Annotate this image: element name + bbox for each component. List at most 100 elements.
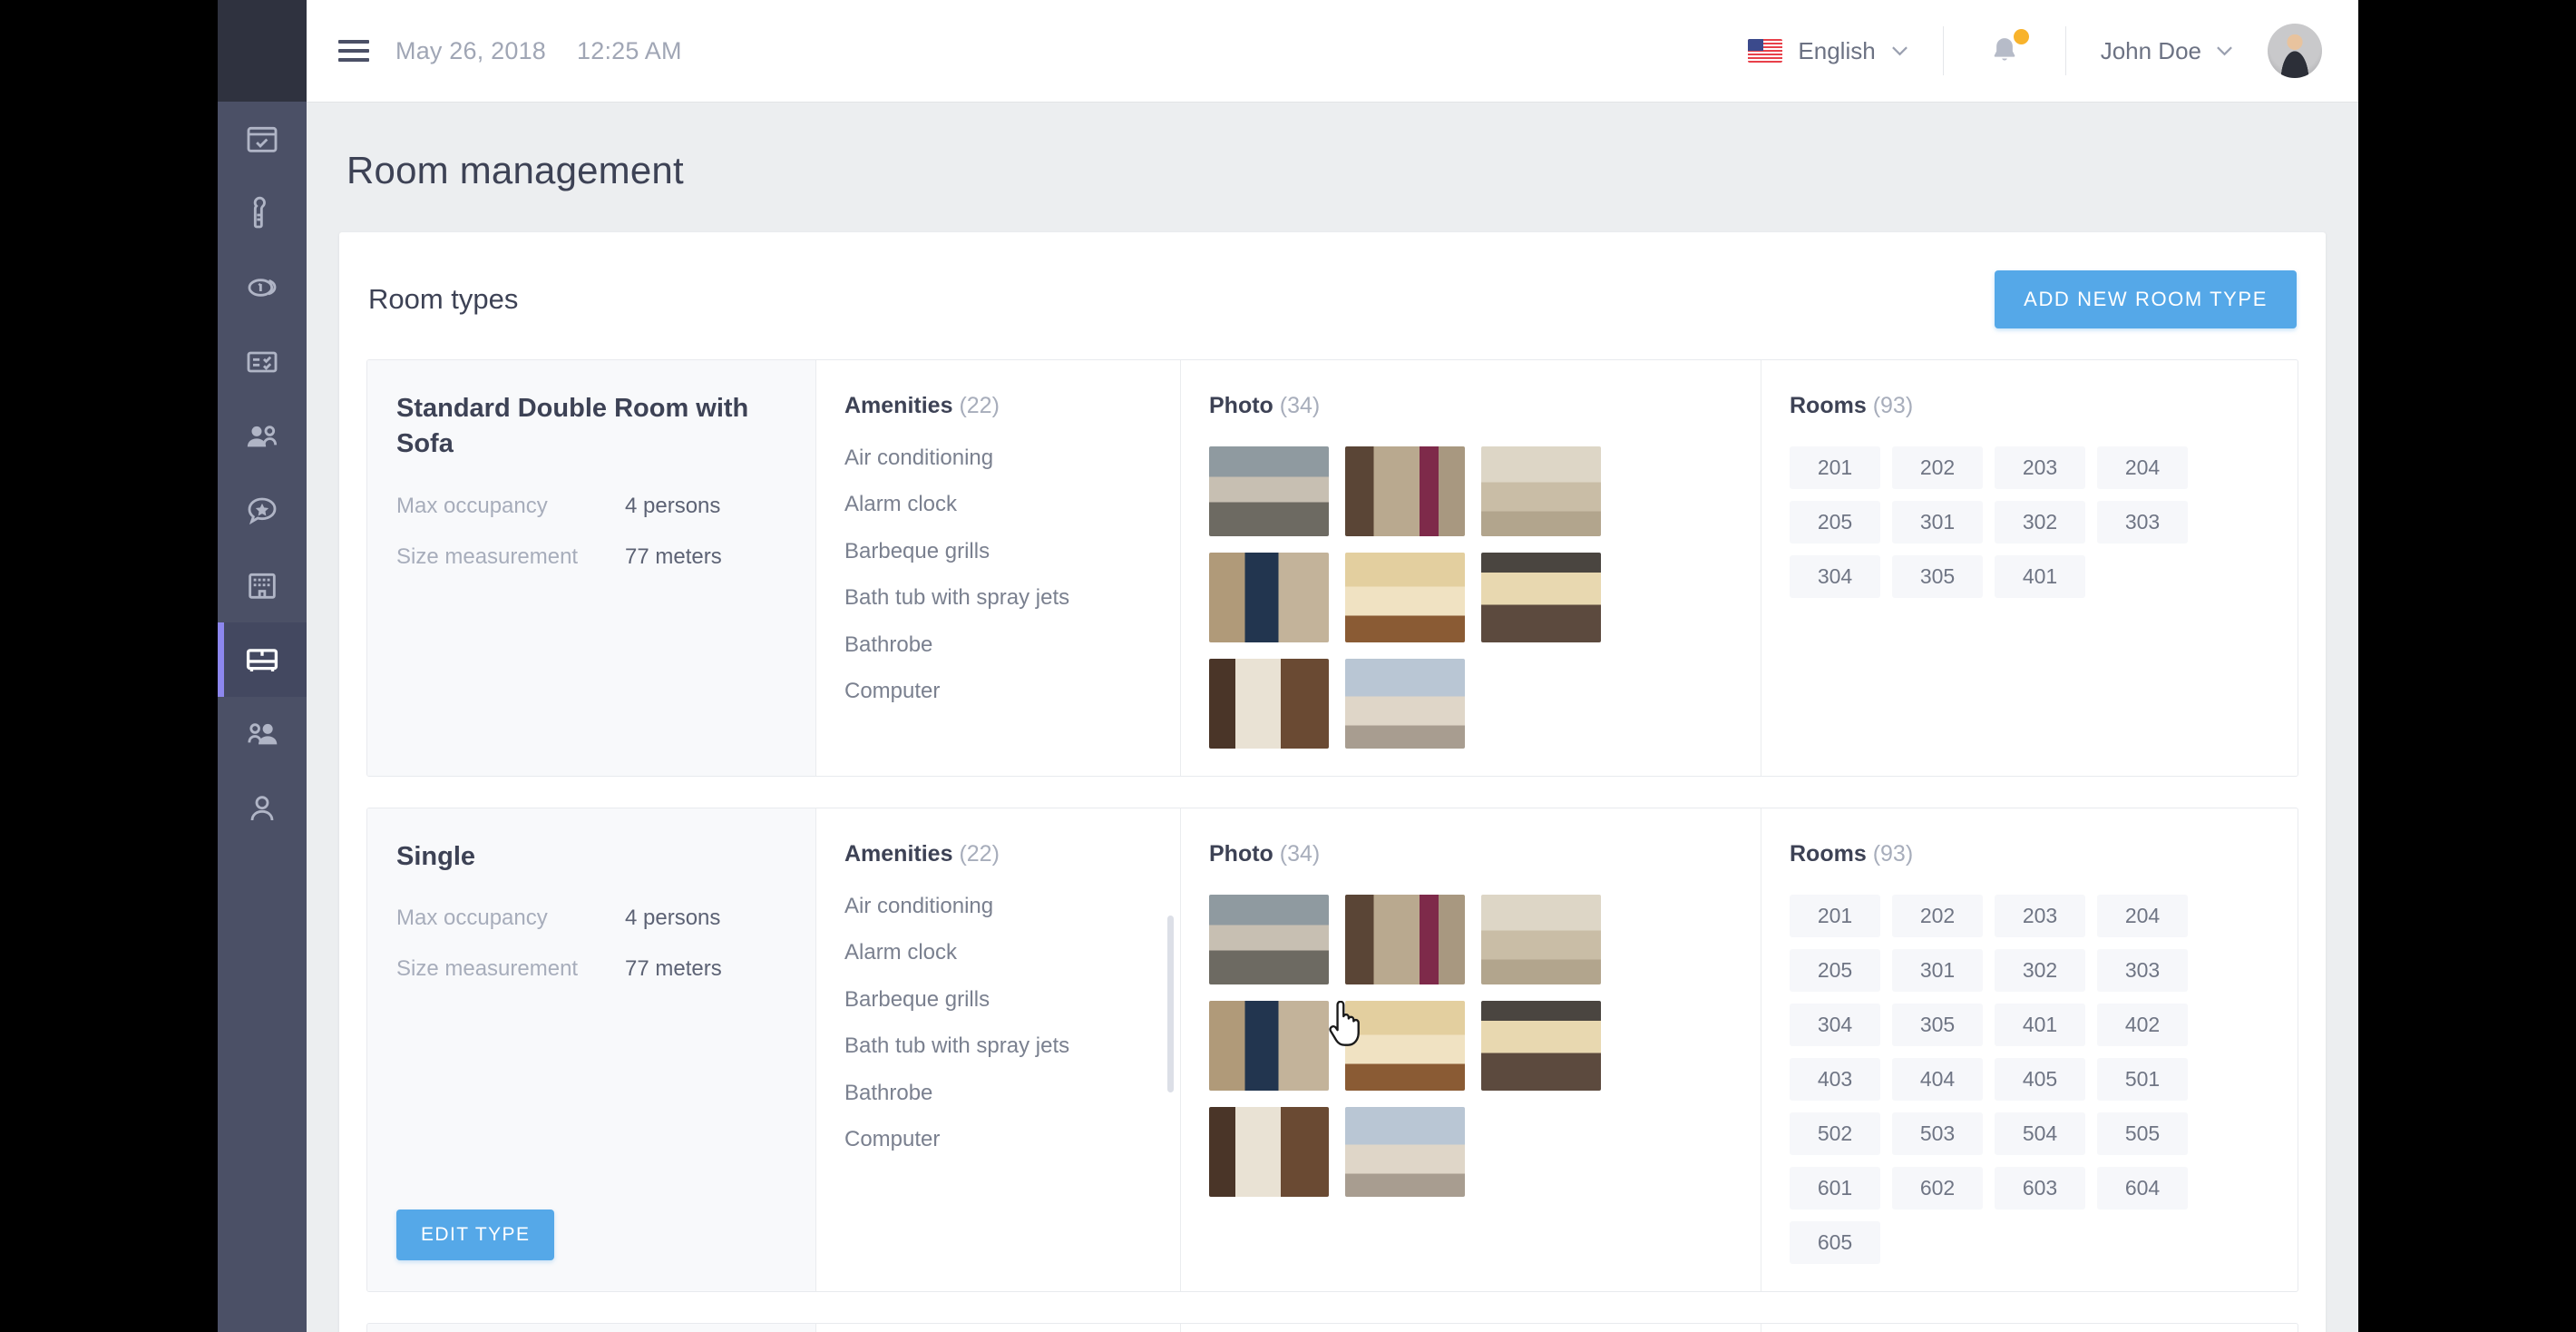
- add-new-room-type-button[interactable]: ADD NEW ROOM TYPE: [1995, 270, 2297, 328]
- room-photo-thumbnail[interactable]: [1345, 1107, 1465, 1197]
- room-number-chip[interactable]: 201: [1790, 895, 1880, 937]
- room-photo-thumbnail[interactable]: [1345, 659, 1465, 749]
- room-number-chip[interactable]: 303: [2097, 949, 2188, 992]
- photo-column: Photo (34): [1181, 360, 1761, 776]
- room-photo-thumbnail[interactable]: [1345, 1001, 1465, 1091]
- room-number-chip[interactable]: 203: [1995, 446, 2085, 489]
- person-icon: [244, 790, 280, 827]
- sidebar-item-profile[interactable]: [218, 771, 307, 846]
- rooms-column: Rooms (93) 201 202 203 204 205 301 302 303 304 30…: [1761, 808, 2298, 1291]
- user-menu[interactable]: John Doe: [2101, 24, 2322, 78]
- amenities-column: Amenities (5) Air conditioningAlarm cloc…: [816, 1324, 1181, 1332]
- sidebar-item-coin[interactable]: [218, 250, 307, 325]
- room-number-chip[interactable]: 305: [1892, 1004, 1983, 1046]
- amenities-column: Amenities (22) Air conditioning Alarm clo…: [816, 360, 1181, 776]
- sidebar: [218, 0, 307, 1332]
- room-photo-thumbnail[interactable]: [1481, 1001, 1601, 1091]
- chat-star-icon: [244, 493, 280, 529]
- hamburger-menu-icon[interactable]: [334, 36, 374, 65]
- room-type-card: Superior Double Room Max occupancy 4 per…: [366, 1323, 2298, 1332]
- room-type-card: Single Max occupancy 4 persons Size meas…: [366, 808, 2298, 1292]
- room-number-chip[interactable]: 205: [1790, 501, 1880, 544]
- room-number-chip[interactable]: 202: [1892, 446, 1983, 489]
- edit-type-button[interactable]: EDIT TYPE: [396, 1210, 555, 1260]
- room-number-chip[interactable]: 501: [2097, 1058, 2188, 1101]
- room-number-chip[interactable]: 504: [1995, 1112, 2085, 1155]
- room-number-chip[interactable]: 301: [1892, 949, 1983, 992]
- sidebar-item-calendar[interactable]: [218, 102, 307, 176]
- rooms-heading: Rooms (93): [1790, 393, 2270, 419]
- room-number-chip[interactable]: 405: [1995, 1058, 2085, 1101]
- amenity-item: Bath tub with spray jets: [844, 585, 1070, 611]
- room-number-chip[interactable]: 401: [1995, 555, 2085, 598]
- room-photo-thumbnail[interactable]: [1345, 553, 1465, 642]
- room-photo-thumbnail[interactable]: [1209, 446, 1329, 536]
- avatar[interactable]: [2268, 24, 2322, 78]
- chevron-down-icon: [1891, 46, 1908, 56]
- room-number-chip[interactable]: 602: [1892, 1167, 1983, 1210]
- room-number-chip[interactable]: 204: [2097, 895, 2188, 937]
- notifications-button[interactable]: [1978, 29, 2031, 69]
- room-photo-thumbnail[interactable]: [1209, 1107, 1329, 1197]
- amenities-scrollbar[interactable]: [1167, 916, 1174, 1092]
- sidebar-item-staff[interactable]: [218, 697, 307, 771]
- room-photo-thumbnail[interactable]: [1209, 553, 1329, 642]
- max-occupancy-value: 4 persons: [625, 906, 721, 931]
- bed-icon: [243, 641, 281, 679]
- sidebar-logo-area: [218, 0, 307, 102]
- room-number-chip[interactable]: 403: [1790, 1058, 1880, 1101]
- room-number-chip[interactable]: 205: [1790, 949, 1880, 992]
- amenity-item: Alarm clock: [844, 940, 958, 965]
- room-photo-thumbnail[interactable]: [1209, 895, 1329, 984]
- rooms-column: Rooms (13) 20120220320420530130230330430…: [1761, 1324, 2298, 1332]
- size-measurement-label: Size measurement: [396, 956, 579, 982]
- language-selector[interactable]: English: [1748, 37, 1908, 65]
- room-number-chip[interactable]: 503: [1892, 1112, 1983, 1155]
- room-number-chip[interactable]: 603: [1995, 1167, 2085, 1210]
- max-occupancy-label: Max occupancy: [396, 906, 548, 931]
- room-number-chip[interactable]: 201: [1790, 446, 1880, 489]
- room-number-chip[interactable]: 304: [1790, 1004, 1880, 1046]
- room-number-chip[interactable]: 301: [1892, 501, 1983, 544]
- photo-label: Photo: [1209, 393, 1273, 418]
- sidebar-item-door-hanger[interactable]: [218, 176, 307, 250]
- room-number-chip[interactable]: 505: [2097, 1112, 2188, 1155]
- rooms-heading: Rooms (93): [1790, 841, 2270, 867]
- room-photo-thumbnail[interactable]: [1481, 553, 1601, 642]
- sidebar-item-guests[interactable]: [218, 399, 307, 474]
- room-photo-thumbnail[interactable]: [1345, 446, 1465, 536]
- room-photo-thumbnail[interactable]: [1481, 895, 1601, 984]
- photo-count: (34): [1279, 393, 1321, 418]
- amenities-count: (22): [959, 841, 1000, 867]
- room-photo-thumbnail[interactable]: [1345, 895, 1465, 984]
- room-number-chip[interactable]: 204: [2097, 446, 2188, 489]
- amenities-column: Amenities (22) Air conditioning Alarm clo…: [816, 808, 1181, 1291]
- room-photo-thumbnail[interactable]: [1209, 659, 1329, 749]
- room-number-chip[interactable]: 305: [1892, 555, 1983, 598]
- room-number-chip[interactable]: 302: [1995, 501, 2085, 544]
- room-types-panel: Room types ADD NEW ROOM TYPE Standard Do…: [339, 232, 2326, 1332]
- room-number-chip[interactable]: 404: [1892, 1058, 1983, 1101]
- room-number-chip[interactable]: 402: [2097, 1004, 2188, 1046]
- room-number-chip[interactable]: 601: [1790, 1167, 1880, 1210]
- sidebar-item-rooms[interactable]: [218, 622, 307, 697]
- room-number-chip[interactable]: 203: [1995, 895, 2085, 937]
- panel-title: Room types: [368, 283, 519, 315]
- amenity-item: Barbeque grills: [844, 538, 990, 563]
- guests-search-icon: [244, 418, 280, 455]
- sidebar-item-reviews[interactable]: [218, 474, 307, 548]
- chevron-down-icon: [2217, 46, 2232, 56]
- room-number-chip[interactable]: 401: [1995, 1004, 2085, 1046]
- staff-search-icon: [244, 716, 280, 752]
- room-number-chip[interactable]: 605: [1790, 1221, 1880, 1264]
- room-number-chip[interactable]: 502: [1790, 1112, 1880, 1155]
- room-number-chip[interactable]: 302: [1995, 949, 2085, 992]
- sidebar-item-checklist[interactable]: [218, 325, 307, 399]
- sidebar-item-building[interactable]: [218, 548, 307, 622]
- room-number-chip[interactable]: 303: [2097, 501, 2188, 544]
- room-photo-thumbnail[interactable]: [1209, 1001, 1329, 1091]
- room-number-chip[interactable]: 604: [2097, 1167, 2188, 1210]
- room-photo-thumbnail[interactable]: [1481, 446, 1601, 536]
- room-number-chip[interactable]: 304: [1790, 555, 1880, 598]
- room-number-chip[interactable]: 202: [1892, 895, 1983, 937]
